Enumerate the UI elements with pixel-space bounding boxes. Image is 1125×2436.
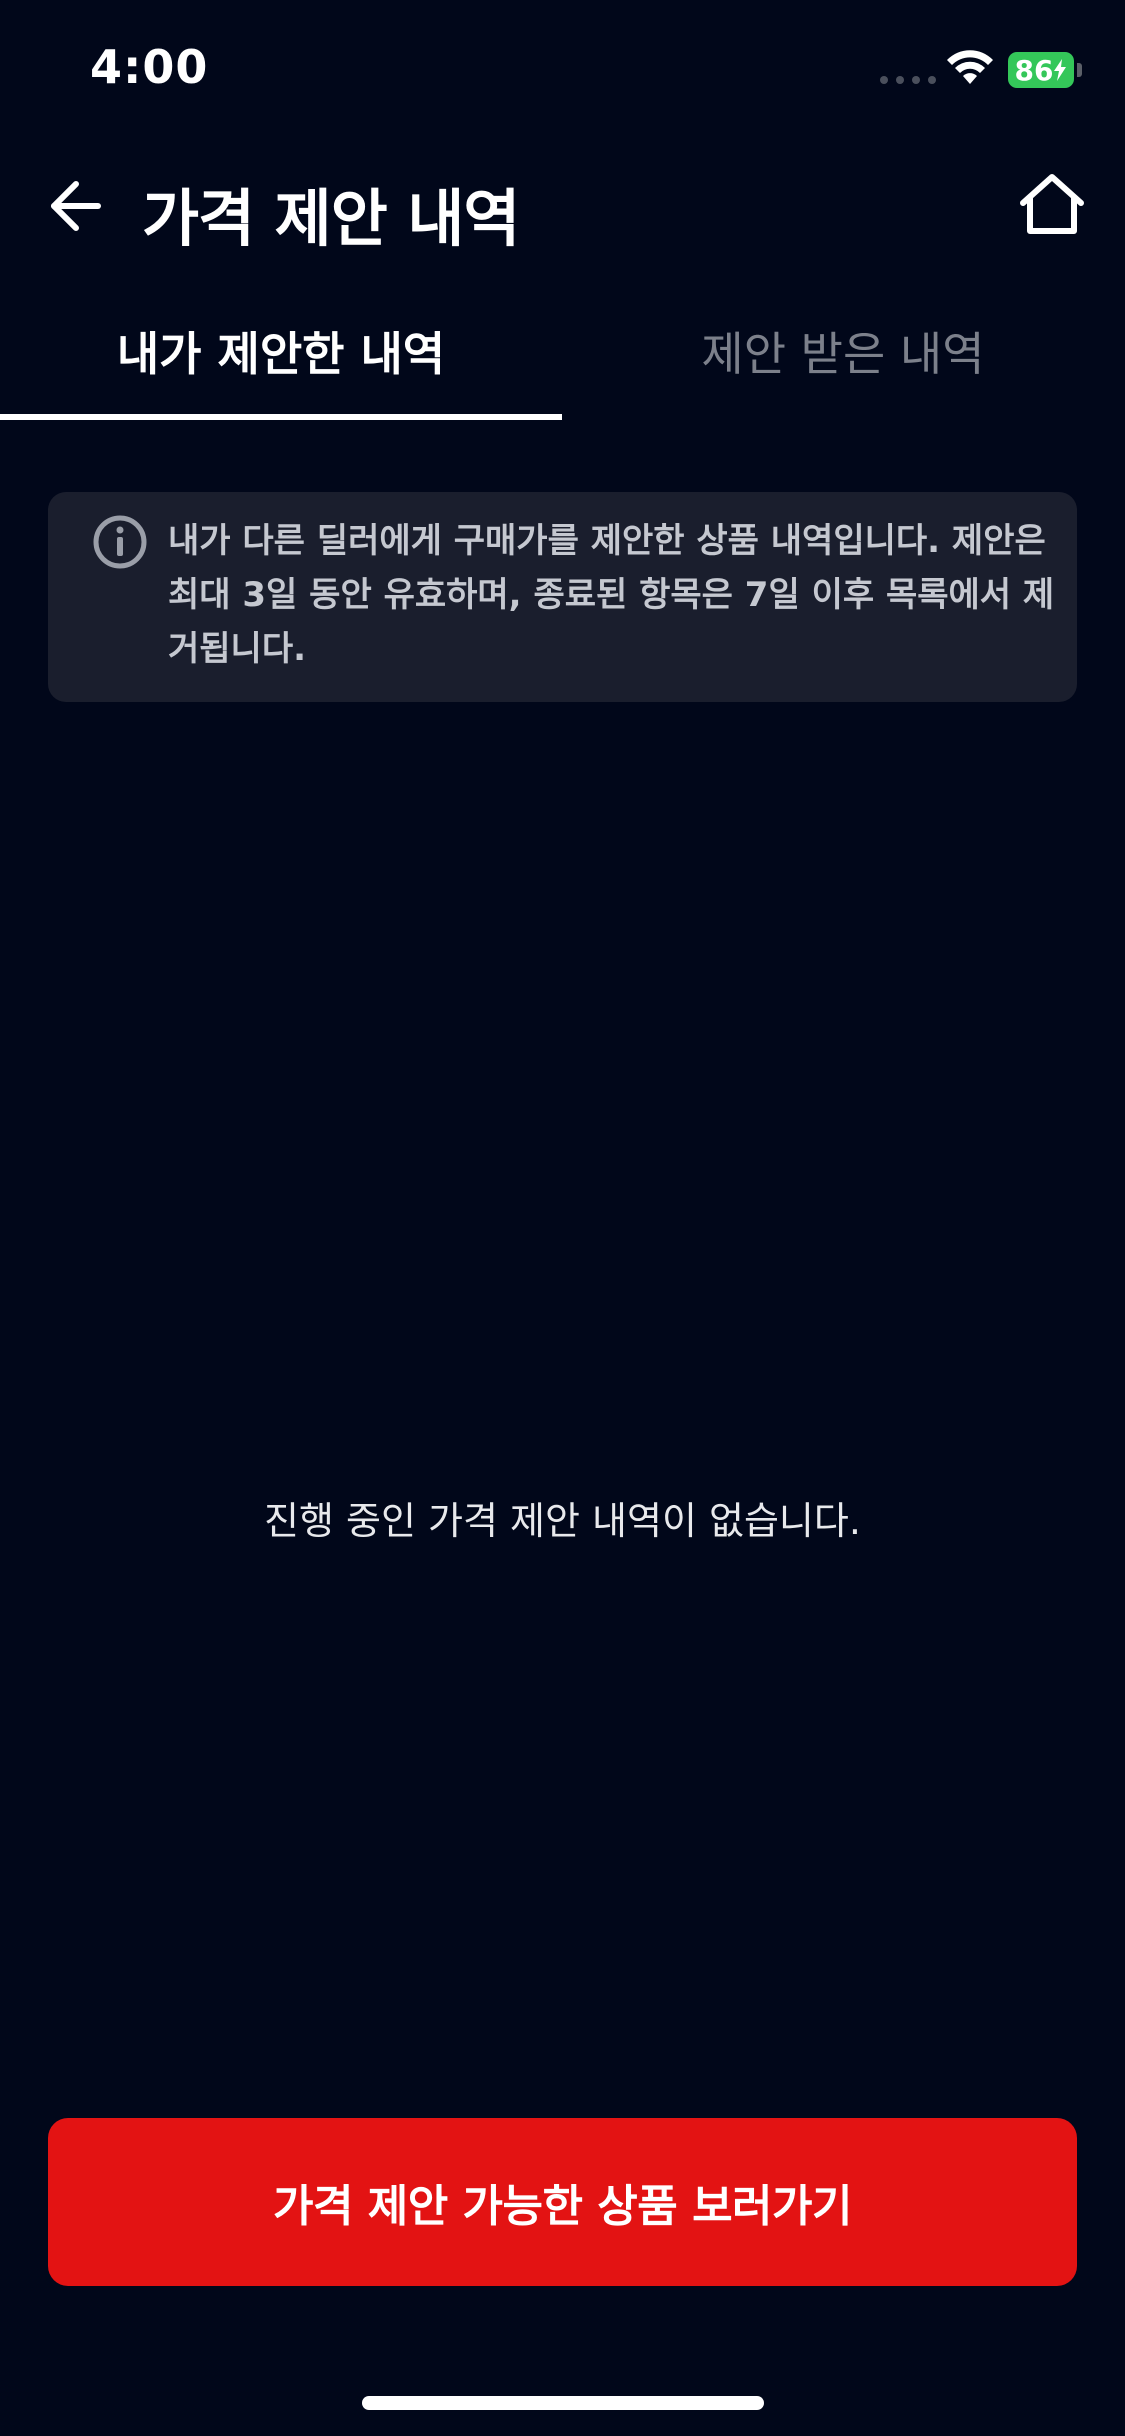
empty-state-message: 진행 중인 가격 제안 내역이 없습니다. [264,1499,861,1543]
cellular-signal-icon [880,76,936,84]
tab-received-offers[interactable]: 제안 받은 내역 [562,300,1124,420]
status-time: 4:00 [90,40,209,94]
tab-bar: 내가 제안한 내역 제안 받은 내역 [0,300,1125,420]
app-header: 가격 제안 내역 [0,150,1125,260]
browse-offerable-products-button[interactable]: 가격 제안 가능한 상품 보러가기 [48,2118,1077,2286]
page-title: 가격 제안 내역 [142,182,520,255]
battery-level: 86 [1014,53,1054,87]
info-text: 내가 다른 딜러에게 구매가를 제안한 상품 내역입니다. 제안은 최대 3일 … [168,521,1055,669]
home-icon [1020,174,1084,234]
info-notice: 내가 다른 딜러에게 구매가를 제안한 상품 내역입니다. 제안은 최대 3일 … [48,492,1077,702]
home-indicator[interactable] [362,2396,764,2410]
battery-tip [1077,63,1082,77]
tab-my-offers[interactable]: 내가 제안한 내역 [0,300,562,420]
wifi-icon [946,50,994,90]
tab-my-offers-label: 내가 제안한 내역 [116,327,446,381]
home-button[interactable] [1016,168,1088,240]
active-tab-indicator [0,414,562,420]
status-bar: 4:00 86 [0,0,1125,140]
arrow-left-icon [51,181,101,231]
tab-received-offers-label: 제안 받은 내역 [701,327,985,381]
back-button[interactable] [40,172,108,240]
battery-icon: 86 [1008,52,1074,88]
charging-bolt-icon [1054,59,1067,81]
info-circle-icon [93,515,147,569]
